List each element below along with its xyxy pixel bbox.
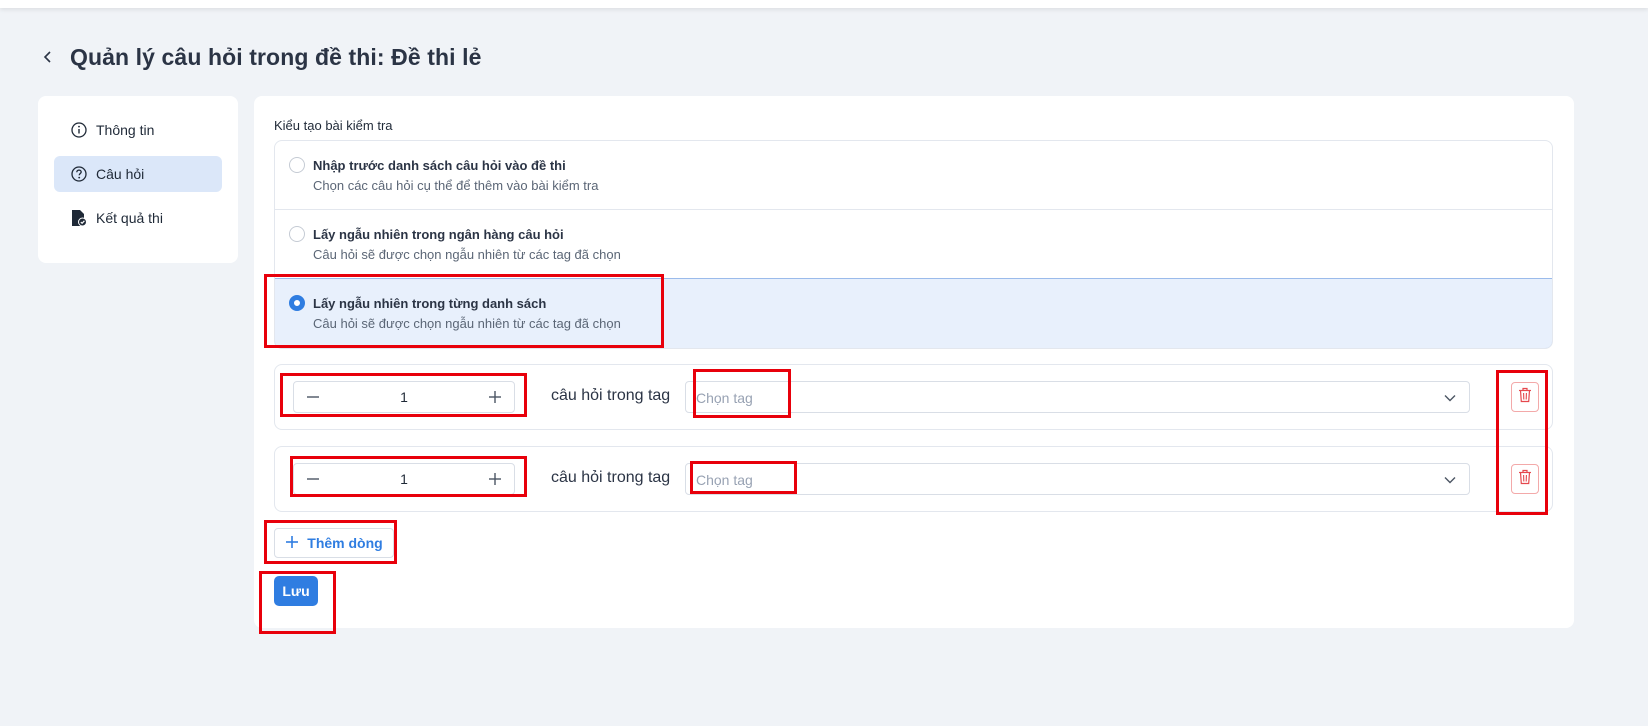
row-label: câu hỏi trong tag [551, 469, 671, 486]
question-icon [70, 165, 88, 183]
sidebar-item-info[interactable]: Thông tin [54, 112, 222, 148]
creation-type-options: Nhập trước danh sách câu hỏi vào đề thi … [274, 140, 1553, 349]
option-manual-list[interactable]: Nhập trước danh sách câu hỏi vào đề thi … [275, 141, 1552, 210]
chevron-down-icon [1443, 391, 1457, 405]
trash-icon [1518, 469, 1532, 490]
top-bar [0, 0, 1648, 8]
save-button[interactable]: Lưu [274, 576, 318, 606]
sidebar-item-questions[interactable]: Câu hỏi [54, 156, 222, 192]
plus-icon[interactable] [476, 382, 514, 412]
plus-icon [285, 535, 299, 552]
minus-icon[interactable] [294, 464, 332, 494]
quantity-value[interactable]: 1 [332, 471, 476, 487]
radio-button[interactable] [289, 226, 305, 242]
option-title: Lấy ngẫu nhiên trong từng danh sách [313, 296, 547, 311]
delete-row-button[interactable] [1511, 382, 1539, 412]
radio-button[interactable] [289, 157, 305, 173]
quantity-stepper[interactable]: 1 [293, 463, 515, 495]
minus-icon[interactable] [294, 382, 332, 412]
tag-select-placeholder: Chọn tag [696, 472, 753, 488]
quantity-value[interactable]: 1 [332, 389, 476, 405]
add-row-label: Thêm dòng [307, 535, 383, 551]
plus-icon[interactable] [476, 464, 514, 494]
page-title: Quản lý câu hỏi trong đề thi: Đề thi lẻ [70, 43, 482, 70]
question-tag-row: 1 câu hỏi trong tag Chọn tag [274, 446, 1553, 512]
option-title: Nhập trước danh sách câu hỏi vào đề thi [313, 158, 566, 173]
quantity-stepper[interactable]: 1 [293, 381, 515, 413]
sidebar-item-label: Kết quả thi [96, 210, 163, 226]
sidebar-item-label: Câu hỏi [96, 166, 145, 182]
sidebar-item-label: Thông tin [96, 122, 155, 138]
sidebar-item-results[interactable]: Kết quả thi [54, 200, 222, 236]
add-row-button[interactable]: Thêm dòng [274, 528, 394, 558]
chevron-down-icon [1443, 473, 1457, 487]
question-tag-row: 1 câu hỏi trong tag Chọn tag [274, 364, 1553, 430]
tag-select[interactable]: Chọn tag [685, 381, 1470, 413]
tag-select[interactable]: Chọn tag [685, 463, 1470, 495]
sidebar: Thông tin Câu hỏi Kết quả thi [38, 96, 238, 263]
trash-icon [1518, 387, 1532, 408]
option-description: Chọn các câu hỏi cụ thể để thêm vào bài … [313, 178, 599, 193]
main-panel: Kiểu tạo bài kiểm tra Nhập trước danh sá… [254, 96, 1574, 628]
option-random-per-list[interactable]: Lấy ngẫu nhiên trong từng danh sách Câu … [275, 278, 1552, 348]
section-label: Kiểu tạo bài kiểm tra [274, 118, 393, 133]
option-description: Câu hỏi sẽ được chọn ngẫu nhiên từ các t… [313, 316, 621, 331]
option-title: Lấy ngẫu nhiên trong ngân hàng câu hỏi [313, 227, 564, 242]
tag-select-placeholder: Chọn tag [696, 390, 753, 406]
option-random-bank[interactable]: Lấy ngẫu nhiên trong ngân hàng câu hỏi C… [275, 210, 1552, 279]
file-result-icon [70, 209, 88, 227]
delete-row-button[interactable] [1511, 464, 1539, 494]
back-chevron-icon[interactable] [40, 49, 56, 65]
row-label: câu hỏi trong tag [551, 387, 671, 404]
radio-button-checked[interactable] [289, 295, 305, 311]
option-description: Câu hỏi sẽ được chọn ngẫu nhiên từ các t… [313, 247, 621, 262]
page-header: Quản lý câu hỏi trong đề thi: Đề thi lẻ [40, 42, 482, 72]
info-icon [70, 121, 88, 139]
